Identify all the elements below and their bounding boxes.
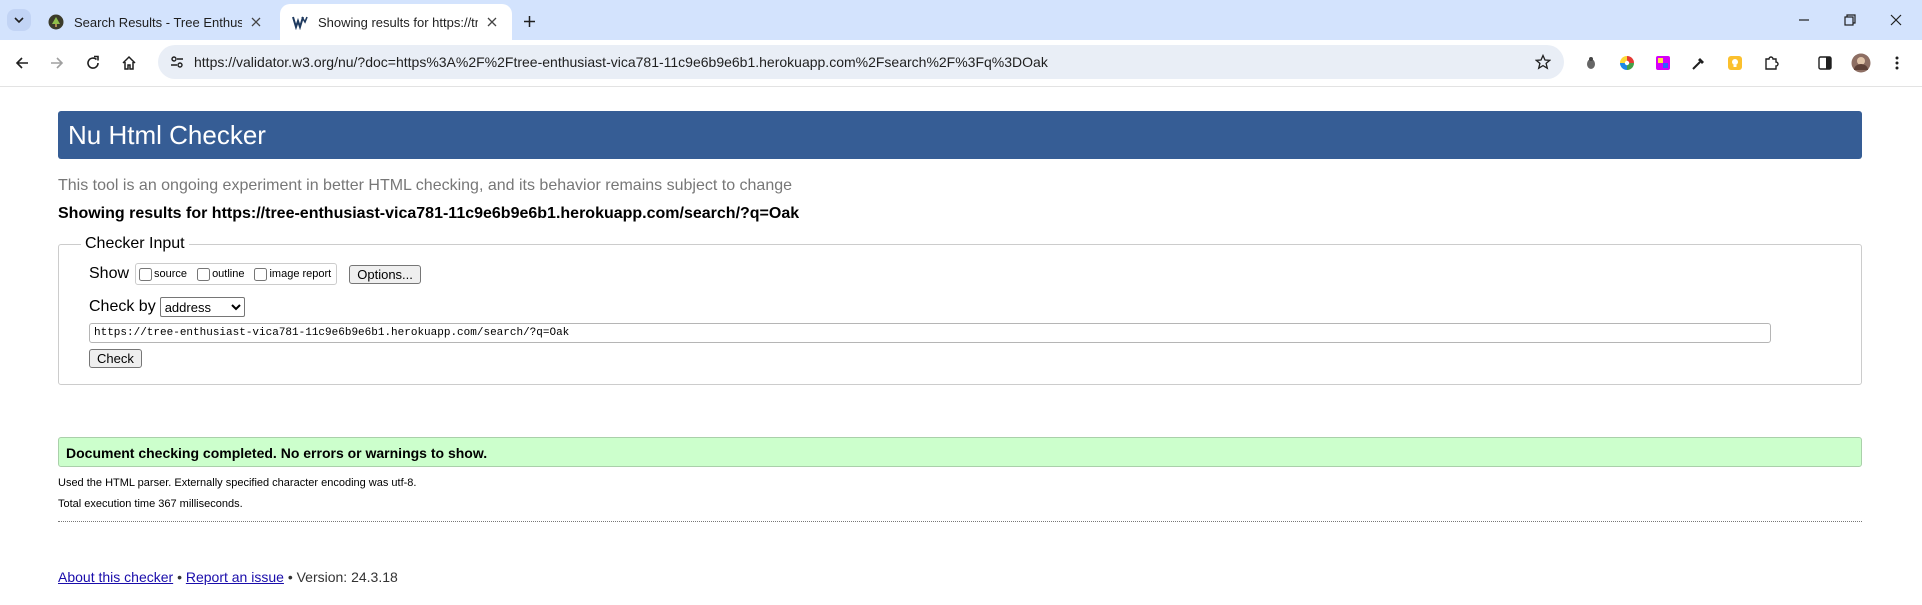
show-source-checkbox[interactable]: [139, 267, 153, 281]
restore-icon: [1844, 14, 1856, 26]
show-outline-option[interactable]: outline: [197, 267, 244, 281]
tab-title: Search Results - Tree Enthusiast: [74, 14, 242, 30]
show-image-report-checkbox[interactable]: [254, 267, 268, 281]
checker-input-fieldset: Checker Input Show source outline image …: [58, 235, 1862, 385]
showing-results-heading: Showing results for https://tree-enthusi…: [58, 205, 800, 222]
plus-icon: [523, 15, 535, 27]
checker-input-legend: Checker Input: [85, 235, 185, 252]
close-window-button[interactable]: [1876, 8, 1916, 32]
profile-avatar[interactable]: [1850, 52, 1872, 74]
close-tab-icon[interactable]: [484, 14, 500, 30]
page-title: Nu Html Checker: [58, 111, 1862, 159]
site-info-icon[interactable]: [166, 51, 188, 73]
side-panel-icon[interactable]: [1814, 52, 1836, 74]
check-by-select[interactable]: address: [159, 297, 245, 317]
footer: About this checker • Report an issue • V…: [58, 569, 1862, 585]
eyedropper-extension-icon[interactable]: [1688, 52, 1710, 74]
show-outline-checkbox[interactable]: [197, 267, 211, 281]
show-options-group: source outline image report: [135, 263, 338, 285]
address-url[interactable]: https://validator.w3.org/nu/?doc=https%3…: [194, 54, 1048, 70]
extensions-puzzle-icon[interactable]: [1760, 52, 1782, 74]
tagline: This tool is an ongoing experiment in be…: [58, 177, 793, 194]
version-text: Version: 24.3.18: [296, 569, 398, 585]
address-bar[interactable]: https://validator.w3.org/nu/?doc=https%3…: [158, 45, 1564, 79]
home-button[interactable]: [115, 49, 143, 77]
bug-extension-icon[interactable]: [1580, 52, 1602, 74]
show-source-option[interactable]: source: [139, 267, 187, 281]
new-tab-button[interactable]: [518, 10, 540, 32]
parser-info: Used the HTML parser. Externally specifi…: [58, 477, 417, 489]
arrow-left-icon: [15, 57, 28, 69]
footer-separator: •: [177, 569, 182, 585]
tab-strip: Search Results - Tree Enthusiast Showing…: [0, 0, 1922, 40]
close-tab-icon[interactable]: [248, 14, 264, 30]
result-details: Used the HTML parser. Externally specifi…: [58, 473, 1862, 515]
arrow-right-icon: [51, 57, 64, 69]
divider: [58, 521, 1862, 522]
minimize-button[interactable]: [1784, 8, 1824, 32]
tab-search-button[interactable]: [7, 9, 31, 31]
options-button[interactable]: Options...: [349, 264, 421, 284]
close-icon: [1890, 14, 1902, 26]
browser-toolbar: https://validator.w3.org/nu/?doc=https%3…: [0, 40, 1922, 87]
more-menu-icon[interactable]: [1886, 52, 1908, 74]
bookmark-star-icon[interactable]: [1532, 51, 1554, 73]
tab-validator[interactable]: Showing results for https://tree: [280, 4, 512, 40]
result-success-message: Document checking completed. No errors o…: [58, 437, 1862, 467]
execution-time: Total execution time 367 milliseconds.: [58, 498, 243, 510]
forward-button[interactable]: [43, 49, 71, 77]
about-checker-link[interactable]: About this checker: [58, 569, 173, 585]
tab-title: Showing results for https://tree: [318, 14, 478, 30]
w3c-validator-icon: [292, 14, 308, 30]
page-content: Nu Html Checker This tool is an ongoing …: [58, 111, 1862, 585]
lightbulb-extension-icon[interactable]: [1724, 52, 1746, 74]
reload-icon: [87, 55, 99, 69]
show-image-report-option[interactable]: image report: [254, 267, 331, 281]
document-url-input[interactable]: [89, 323, 1771, 343]
reload-button[interactable]: [79, 49, 107, 77]
footer-separator: •: [287, 569, 293, 585]
back-button[interactable]: [8, 49, 36, 77]
home-icon: [122, 55, 136, 70]
restore-button[interactable]: [1830, 8, 1870, 32]
check-button[interactable]: Check: [89, 349, 142, 368]
palette-extension-icon[interactable]: [1652, 52, 1674, 74]
report-issue-link[interactable]: Report an issue: [186, 569, 284, 585]
check-by-label: Check by: [89, 298, 156, 315]
tree-logo-icon: [48, 14, 64, 30]
show-label: Show: [89, 265, 130, 282]
show-options-row: Show source outline image report Options…: [89, 263, 1831, 285]
minimize-icon: [1799, 19, 1809, 21]
tab-search-results[interactable]: Search Results - Tree Enthusiast: [36, 4, 276, 40]
color-wheel-extension-icon[interactable]: [1616, 52, 1638, 74]
chevron-down-icon: [14, 17, 24, 24]
check-by-row: Check by address: [89, 297, 1831, 317]
